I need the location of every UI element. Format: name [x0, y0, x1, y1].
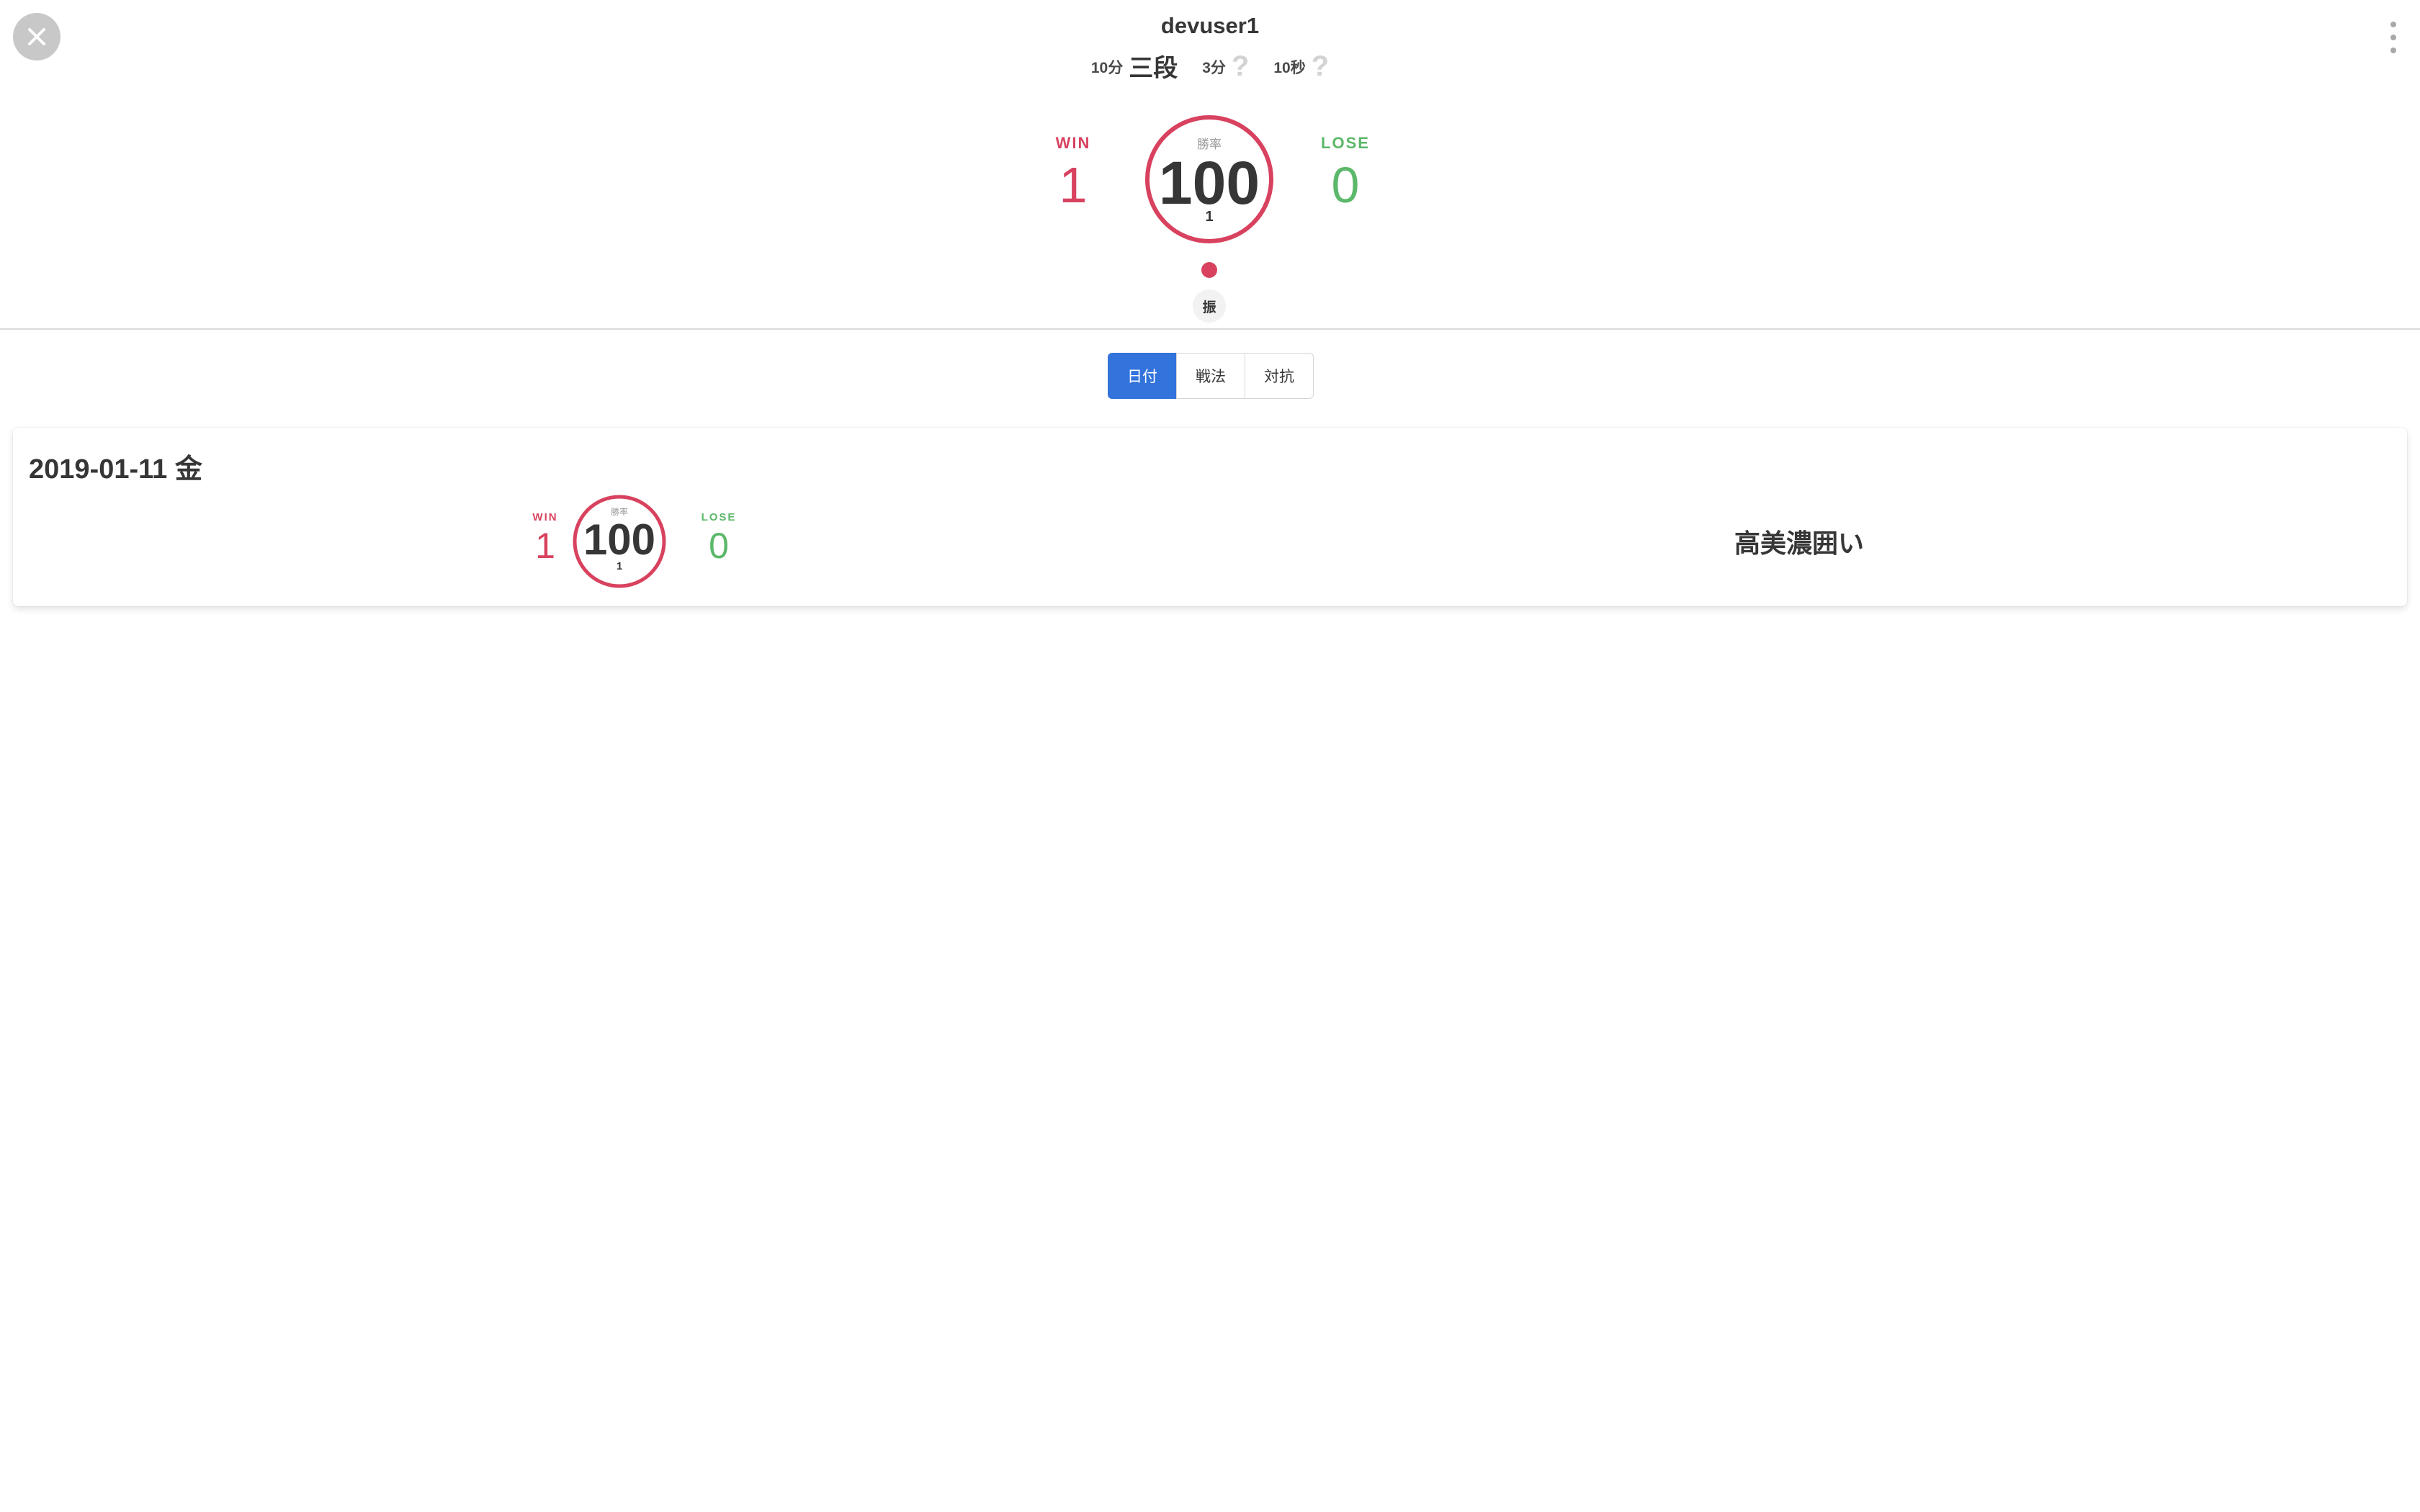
lose-count: 0	[1331, 157, 1360, 213]
rank-unknown-icon: ?	[1231, 50, 1250, 82]
win-rate-value: 100	[583, 516, 656, 564]
rank-rule-label: 10分	[1090, 60, 1124, 76]
record-win-rate-ring: 勝率 100 1	[572, 494, 667, 589]
win-streak-dot	[1201, 262, 1217, 278]
tab-date[interactable]: 日付	[1108, 353, 1177, 399]
record-win: WIN 1	[513, 511, 578, 564]
rank-rule-label: 10秒	[1273, 60, 1306, 76]
tab-opponent[interactable]: 対抗	[1245, 353, 1314, 399]
summary-lose: LOSE 0	[1301, 134, 1390, 210]
lose-count: 0	[709, 526, 729, 566]
rank-3min: 3分 ?	[1202, 52, 1249, 81]
lose-label: LOSE	[701, 511, 737, 523]
record-date: 2019-01-11 金	[29, 454, 202, 485]
group-by-tabs: 日付 戦法 対抗	[1108, 353, 1314, 399]
win-rate-value: 100	[1158, 149, 1260, 217]
play-style-badge: 振	[1193, 289, 1226, 323]
rank-unknown-icon: ?	[1311, 50, 1330, 82]
record-card[interactable]: 2019-01-11 金 WIN 1 勝率 100 1 LOSE 0 高美濃囲い	[13, 428, 2407, 606]
section-divider	[0, 328, 2420, 330]
rank-grade: 三段	[1129, 55, 1178, 82]
total-games: 1	[616, 560, 623, 572]
tab-tactic[interactable]: 戦法	[1176, 353, 1245, 399]
lose-label: LOSE	[1321, 134, 1370, 152]
rank-10sec: 10秒 ?	[1273, 52, 1329, 81]
rank-10min: 10分 三段	[1091, 56, 1178, 81]
rank-rule-label: 3分	[1202, 60, 1226, 76]
total-games: 1	[1205, 209, 1214, 225]
win-count: 1	[535, 526, 555, 566]
win-label: WIN	[532, 511, 558, 523]
record-tactic: 高美濃囲い	[1734, 528, 1865, 558]
username: devuser1	[1160, 13, 1260, 38]
summary-win-rate-ring: 勝率 100 1	[1144, 114, 1275, 245]
rank-list: 10分 三段 3分 ? 10秒 ?	[0, 52, 2420, 81]
record-lose: LOSE 0	[684, 511, 753, 564]
win-count: 1	[1059, 157, 1088, 213]
win-label: WIN	[1055, 134, 1091, 152]
summary-win: WIN 1	[1030, 134, 1116, 210]
